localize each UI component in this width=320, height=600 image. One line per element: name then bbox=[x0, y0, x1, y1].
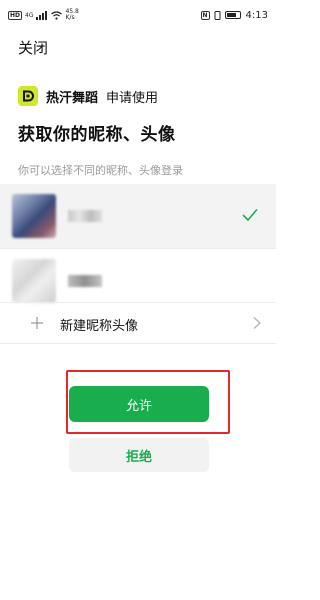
page-title: 获取你的昵称、头像 bbox=[18, 125, 176, 145]
speed-unit: K/s bbox=[65, 14, 75, 21]
allow-button[interactable]: 允许 bbox=[69, 386, 209, 422]
account-list bbox=[0, 184, 276, 312]
account-item-selected[interactable] bbox=[0, 184, 276, 248]
chevron-right-icon bbox=[253, 317, 261, 329]
hd-icon: HD bbox=[8, 10, 23, 20]
plus-icon bbox=[31, 317, 43, 329]
status-right: N 4:13 bbox=[200, 9, 268, 21]
nfc-icon: N bbox=[200, 10, 210, 20]
avatar bbox=[12, 259, 56, 303]
close-button[interactable]: 关闭 bbox=[18, 37, 48, 58]
app-logo-icon bbox=[18, 86, 38, 106]
app-action-text: 申请使用 bbox=[106, 90, 159, 106]
page-subtitle: 你可以选择不同的昵称、头像登录 bbox=[18, 164, 183, 177]
new-nickname-label: 新建昵称头像 bbox=[60, 319, 139, 334]
app-info: 热汗舞蹈 申请使用 bbox=[18, 86, 158, 106]
status-left: HD 4G 45.8 K/s bbox=[8, 9, 79, 21]
wifi-icon bbox=[51, 10, 63, 20]
status-time: 4:13 bbox=[245, 9, 268, 21]
nickname-redacted bbox=[68, 210, 102, 222]
battery-icon bbox=[224, 11, 241, 19]
nickname-redacted bbox=[68, 275, 102, 287]
app-name: 热汗舞蹈 bbox=[46, 90, 99, 106]
reject-button[interactable]: 拒绝 bbox=[69, 438, 209, 472]
check-icon bbox=[242, 209, 258, 222]
avatar bbox=[12, 194, 56, 238]
signal-icon bbox=[36, 10, 48, 20]
status-bar: HD 4G 45.8 K/s N 4:13 bbox=[0, 0, 276, 30]
network-speed: 45.8 K/s bbox=[65, 9, 78, 21]
network-label: 4G bbox=[25, 11, 34, 19]
vibrate-icon bbox=[214, 10, 221, 20]
new-nickname-avatar-row[interactable]: 新建昵称头像 bbox=[0, 302, 276, 344]
